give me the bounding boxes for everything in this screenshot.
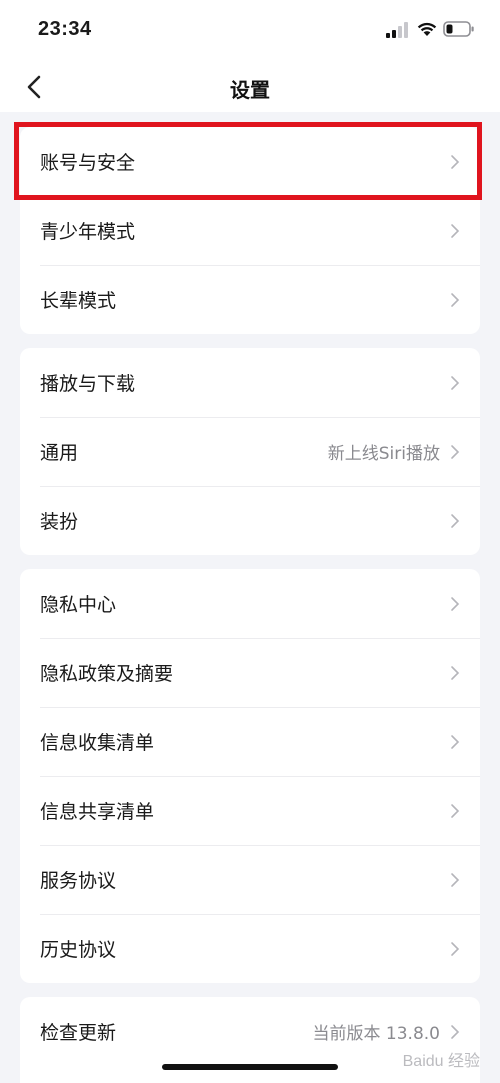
chevron-right-icon <box>451 292 460 307</box>
settings-item-label: 播放与下载 <box>40 373 136 395</box>
settings-item-label: 隐私中心 <box>40 594 117 616</box>
chevron-right-icon <box>451 803 460 818</box>
settings-item-teen-mode[interactable]: 青少年模式 <box>20 196 480 265</box>
chevron-right-icon <box>451 444 460 459</box>
settings-item-label: 检查更新 <box>40 1022 117 1044</box>
page-title: 设置 <box>230 78 270 102</box>
settings-item-service-agreement[interactable]: 服务协议 <box>20 845 480 914</box>
settings-item-account-security[interactable]: 账号与安全 <box>20 127 480 196</box>
watermark: Baidu 经验 <box>402 1053 480 1070</box>
settings-item-label: 通用 <box>40 442 79 464</box>
settings-item-label: 长辈模式 <box>40 290 117 312</box>
battery-icon <box>443 21 474 37</box>
chevron-right-icon <box>451 513 460 528</box>
chevron-right-icon <box>451 596 460 611</box>
settings-item-label: 账号与安全 <box>40 152 136 174</box>
settings-item-history-agreement[interactable]: 历史协议 <box>20 914 480 983</box>
wifi-icon <box>417 22 437 36</box>
chevron-right-icon <box>451 1024 460 1039</box>
chevron-right-icon <box>451 734 460 749</box>
settings-item-value: 新上线Siri播放 <box>327 444 440 464</box>
settings-item-elder-mode[interactable]: 长辈模式 <box>20 265 480 334</box>
settings-item-privacy-center[interactable]: 隐私中心 <box>20 569 480 638</box>
home-indicator[interactable] <box>162 1064 338 1070</box>
status-bar: 23:34 <box>0 0 500 62</box>
settings-item-label: 信息共享清单 <box>40 801 155 823</box>
cellular-signal-icon <box>386 22 408 38</box>
settings-item-value: 当前版本 13.8.0 <box>312 1024 440 1044</box>
status-time: 23:34 <box>38 18 92 40</box>
settings-item-info-collection[interactable]: 信息收集清单 <box>20 707 480 776</box>
chevron-right-icon <box>451 941 460 956</box>
chevron-right-icon <box>451 223 460 238</box>
settings-item-dress-up[interactable]: 装扮 <box>20 486 480 555</box>
settings-item-play-download[interactable]: 播放与下载 <box>20 348 480 417</box>
settings-group-privacy: 隐私中心 隐私政策及摘要 信息收集清单 信息共享清单 服务协议 历史协议 <box>20 569 480 983</box>
chevron-right-icon <box>451 665 460 680</box>
settings-item-label: 装扮 <box>40 511 79 533</box>
navigation-bar: 设置 <box>0 62 500 112</box>
chevron-right-icon <box>451 375 460 390</box>
settings-item-label: 服务协议 <box>40 870 117 892</box>
settings-group-account: 账号与安全 青少年模式 长辈模式 <box>20 127 480 334</box>
chevron-right-icon <box>451 872 460 887</box>
settings-item-label: 青少年模式 <box>40 221 136 243</box>
settings-item-label: 隐私政策及摘要 <box>40 663 174 685</box>
settings-item-info-sharing[interactable]: 信息共享清单 <box>20 776 480 845</box>
settings-item-label: 历史协议 <box>40 939 117 961</box>
settings-item-privacy-policy[interactable]: 隐私政策及摘要 <box>20 638 480 707</box>
chevron-right-icon <box>451 154 460 169</box>
settings-group-playback: 播放与下载 通用 新上线Siri播放 装扮 <box>20 348 480 555</box>
settings-item-general[interactable]: 通用 新上线Siri播放 <box>20 417 480 486</box>
settings-item-label: 信息收集清单 <box>40 732 155 754</box>
